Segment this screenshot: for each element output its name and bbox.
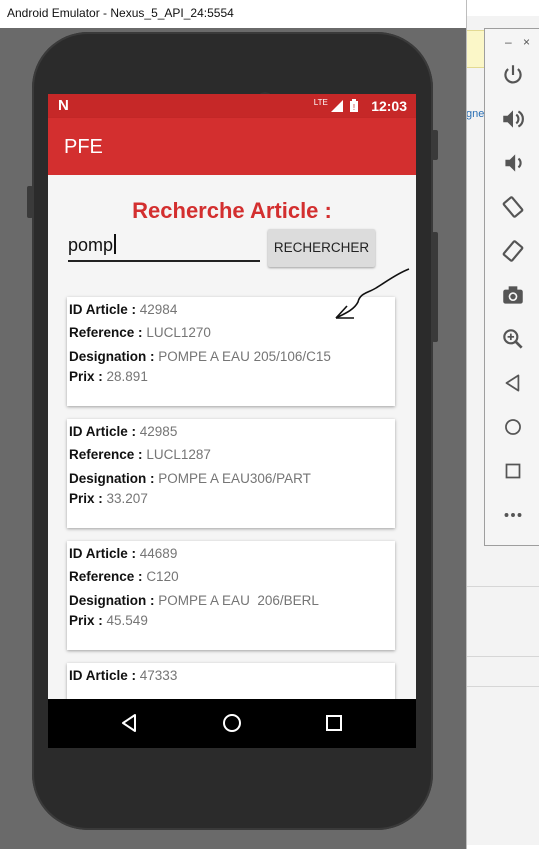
annotation-arrow-icon [335,268,410,319]
article-reference-value: LUCL1270 [146,325,211,340]
article-price-row: Prix : 33.207 [69,491,148,506]
phone-power-button[interactable] [432,130,438,160]
article-designation-row: Designation : POMPE A EAU306/PART [69,471,311,486]
navigation-bar [48,699,416,748]
background-strip [466,0,539,16]
article-id-row: ID Article : 42985 [69,424,177,439]
signal-battery-icons: LTE ! [314,98,358,114]
camera-icon[interactable] [500,282,526,308]
overview-icon[interactable] [500,458,526,484]
page-heading: Recherche Article : [132,198,332,223]
article-price-label: Prix : [69,613,103,628]
power-icon[interactable] [500,62,526,88]
home-icon[interactable] [500,414,526,440]
rotate-right-icon[interactable] [500,238,526,264]
search-input[interactable]: pomp [68,234,260,262]
volume-down-icon[interactable] [500,150,526,176]
phone-screen: N LTE ! 12:03 PFE Recherche Article : po… [48,94,416,748]
article-reference-row: Reference : LUCL1270 [69,325,211,340]
article-reference-value: C120 [146,569,179,584]
app-title: PFE [64,136,103,158]
article-designation-row: Designation : POMPE A EAU 206/BERL [69,593,319,608]
background-link-text: gne [466,108,485,120]
article-id-value: 42985 [139,424,178,439]
status-bar: N LTE ! 12:03 [48,94,416,118]
article-price-label: Prix : [69,491,103,506]
emulator-toolbar: – × [484,28,539,546]
article-id-row: ID Article : 47333 [69,668,177,683]
clock: 12:03 [371,98,407,114]
lte-label: LTE [313,98,328,107]
article-card[interactable]: ID Article : 47333 [67,663,395,699]
background-divider [466,586,539,587]
article-designation-label: Designation : [69,471,155,486]
article-card[interactable]: ID Article : 42985 Reference : LUCL1287 … [67,419,395,528]
emulator-titlebar[interactable]: Android Emulator - Nexus_5_API_24:5554 [0,0,466,28]
background-divider [466,686,539,687]
phone-side-button [27,186,33,218]
app-bar: PFE [48,118,416,175]
article-designation-value: POMPE A EAU306/PART [158,471,311,486]
background-divider [466,656,539,657]
back-icon[interactable] [500,370,526,396]
article-designation-label: Designation : [69,349,155,364]
article-id-label: ID Article : [69,424,137,439]
notification-n-icon: N [58,97,69,114]
article-reference-value: LUCL1287 [146,447,211,462]
article-id-value: 42984 [139,302,178,317]
toolbar-window-controls: – × [485,35,539,49]
article-reference-row: Reference : C120 [69,569,179,584]
article-price-row: Prix : 28.891 [69,369,148,384]
more-icon[interactable] [500,502,526,528]
search-button[interactable]: RECHERCHER [268,229,375,267]
article-id-row: ID Article : 44689 [69,546,177,561]
article-price-value: 45.549 [106,613,148,628]
article-id-label: ID Article : [69,668,137,683]
article-designation-value: POMPE A EAU 206/BERL [158,593,319,608]
article-reference-label: Reference : [69,325,143,340]
article-card[interactable]: ID Article : 44689 Reference : C120 Desi… [67,541,395,650]
article-reference-label: Reference : [69,447,143,462]
emulator-window: Android Emulator - Nexus_5_API_24:5554 N… [0,0,467,849]
article-reference-label: Reference : [69,569,143,584]
article-price-row: Prix : 45.549 [69,613,148,628]
nav-home-icon[interactable] [220,711,244,735]
search-input-value: pomp [68,235,114,255]
emulator-title: Android Emulator - Nexus_5_API_24:5554 [7,6,234,20]
article-id-label: ID Article : [69,546,137,561]
nav-recents-icon[interactable] [322,711,346,735]
article-id-label: ID Article : [69,302,137,317]
volume-up-icon[interactable] [500,106,526,132]
article-id-value: 44689 [139,546,178,561]
article-designation-label: Designation : [69,593,155,608]
article-price-label: Prix : [69,369,103,384]
rotate-left-icon[interactable] [500,194,526,220]
article-id-value: 47333 [139,668,178,683]
signal-icon [330,100,343,112]
article-price-value: 28.891 [106,369,148,384]
search-content[interactable]: Recherche Article : pomp RECHERCHER ID A… [48,175,416,699]
phone-volume-button[interactable] [432,232,438,342]
battery-icon: ! [350,99,358,112]
article-designation-value: POMPE A EAU 205/106/C15 [158,349,331,364]
text-cursor [114,234,117,254]
article-designation-row: Designation : POMPE A EAU 205/106/C15 [69,349,331,364]
zoom-icon[interactable] [500,326,526,352]
nav-back-icon[interactable] [118,711,142,735]
toolbar-close-button[interactable]: × [523,35,530,49]
toolbar-minimize-button[interactable]: – [505,35,512,49]
svg-text:!: ! [353,103,355,112]
background-bottom [466,845,539,865]
article-id-row: ID Article : 42984 [69,302,177,317]
article-price-value: 33.207 [106,491,148,506]
article-reference-row: Reference : LUCL1287 [69,447,211,462]
